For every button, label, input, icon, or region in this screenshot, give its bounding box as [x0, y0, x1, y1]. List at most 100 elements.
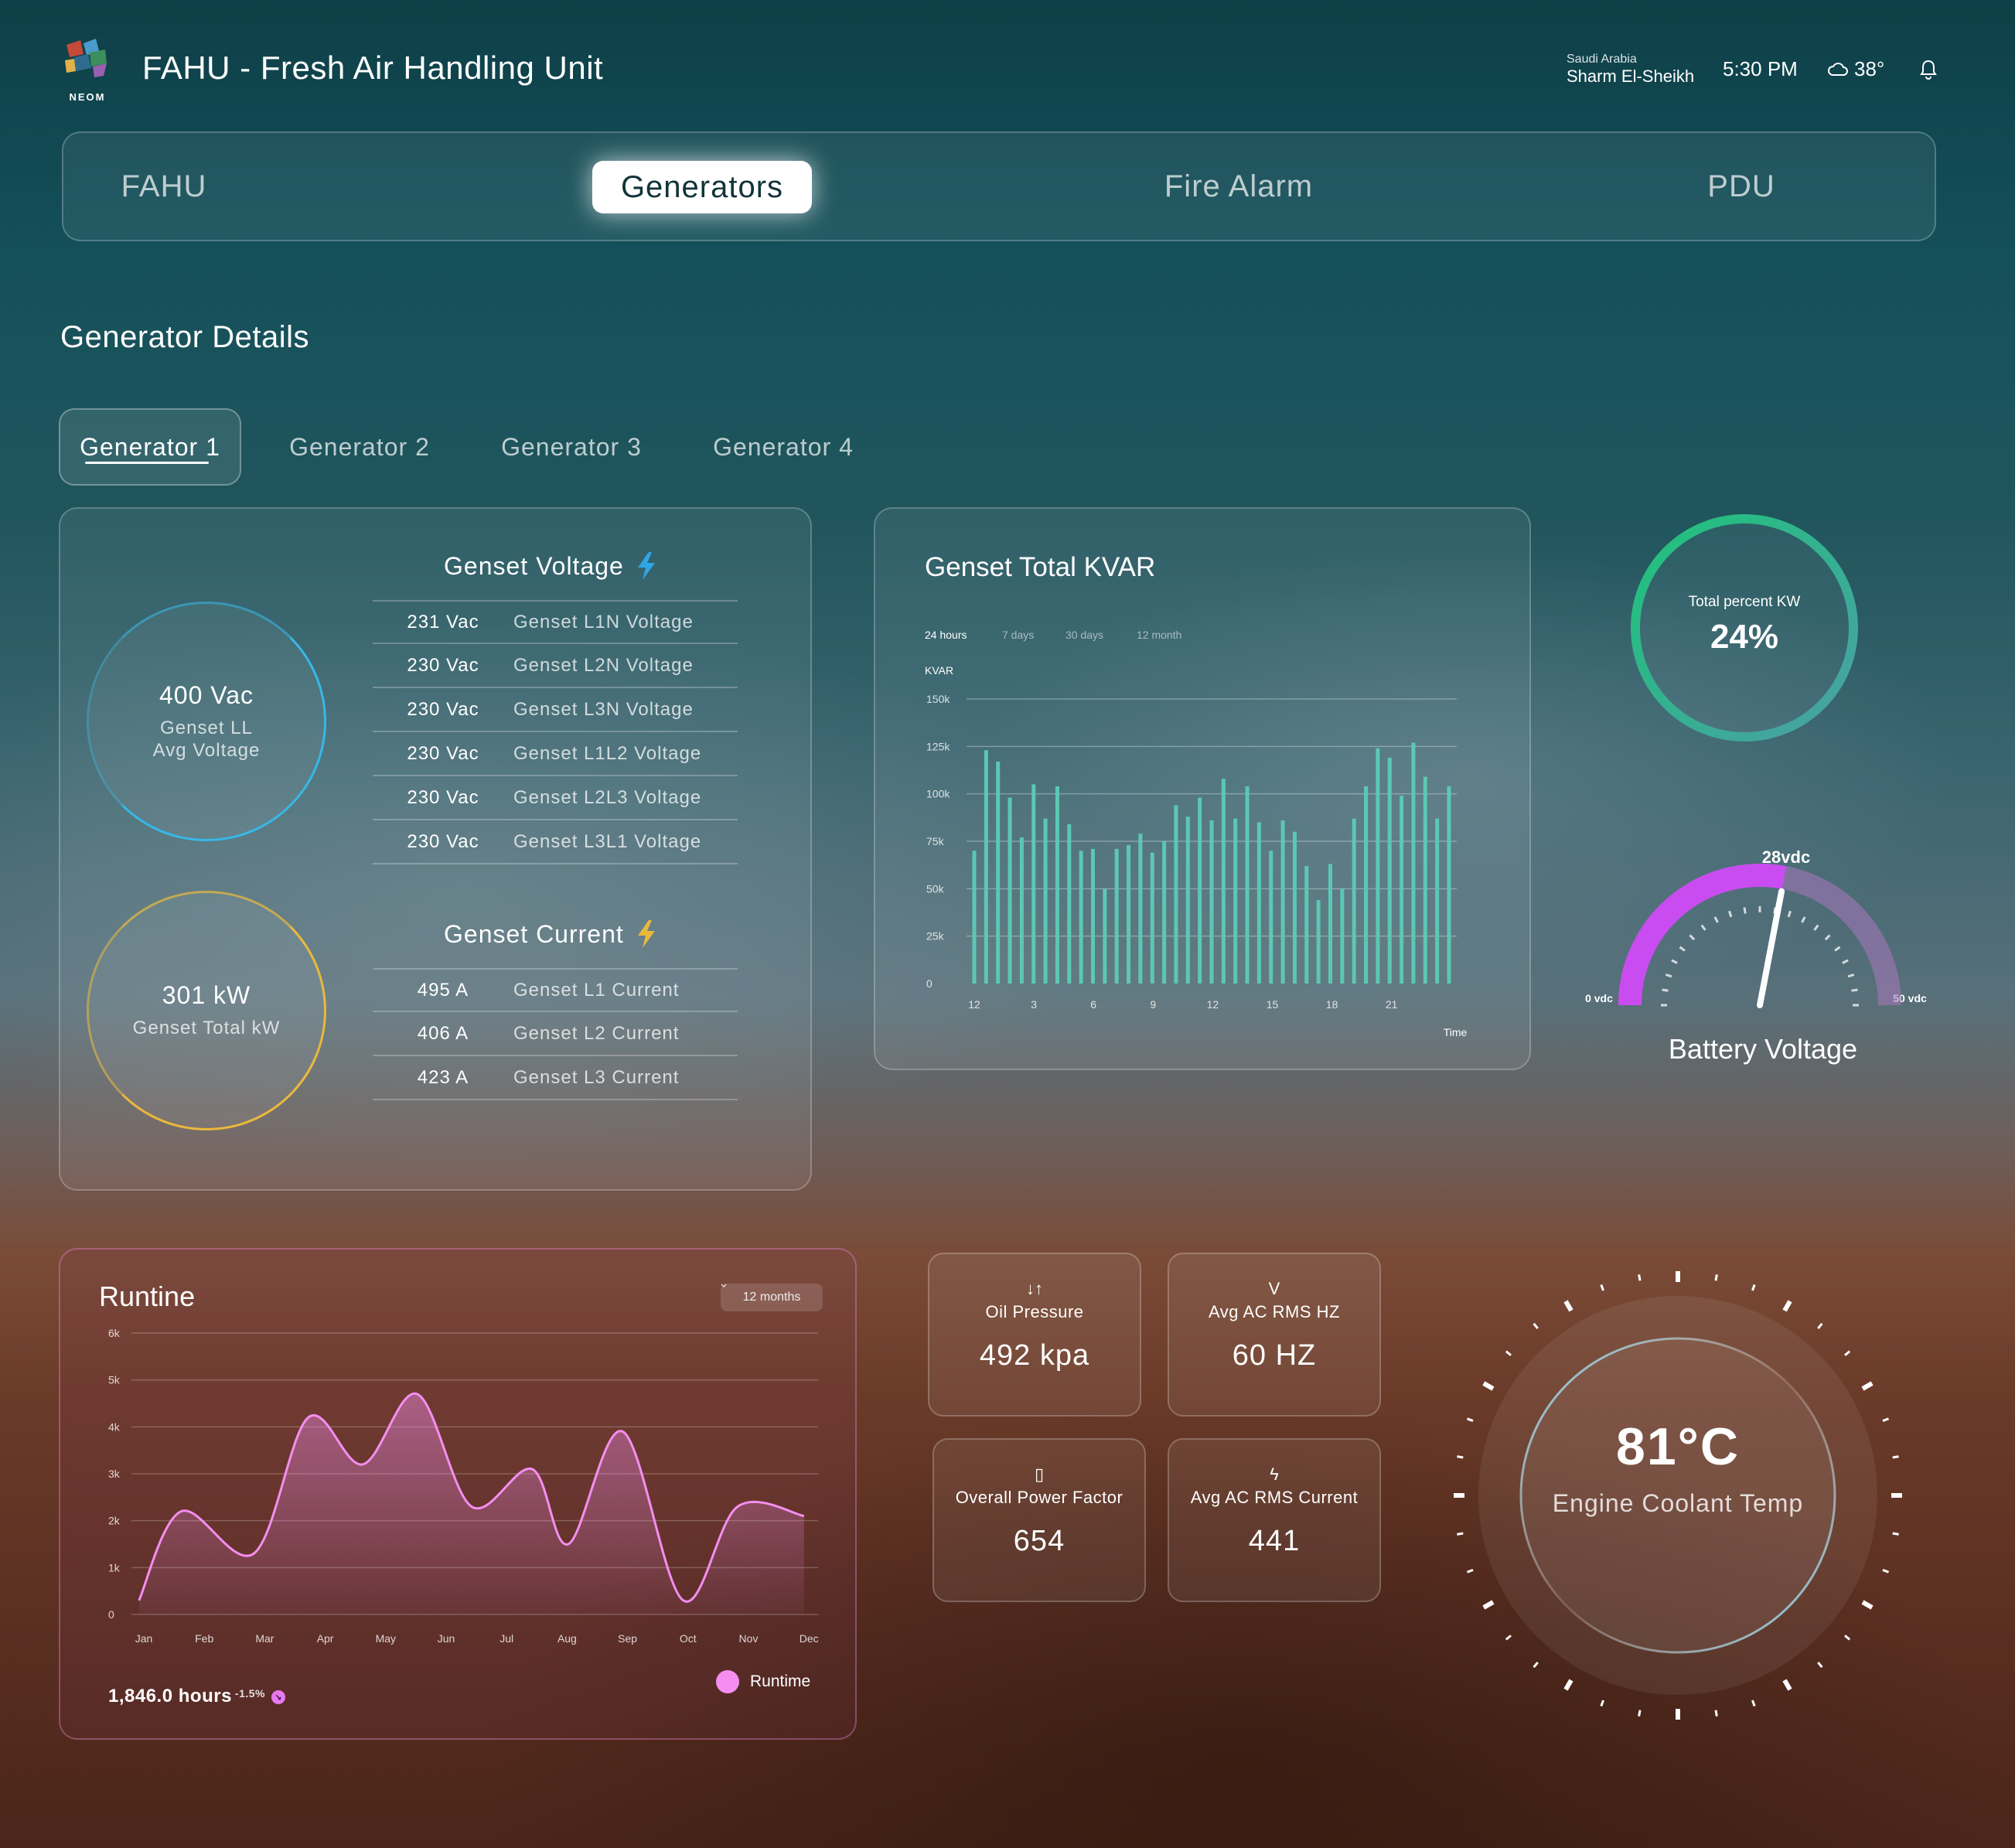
coolant-label: Engine Coolant Temp	[1552, 1489, 1804, 1517]
kvar-bar	[1138, 834, 1143, 984]
kvar-card: Genset Total KVAR 24 hours 7 days 30 day…	[874, 507, 1531, 1070]
battery-icon: ▯	[1034, 1464, 1045, 1484]
coolant-tick	[1457, 1455, 1464, 1459]
range-7-days[interactable]: 7 days	[1002, 629, 1034, 641]
battery-tick	[1787, 910, 1792, 918]
current-row: 495 A Genset L1 Current	[373, 968, 738, 1012]
tab-generator-3[interactable]: Generator 3	[490, 408, 653, 486]
coolant-tick	[1892, 1532, 1899, 1536]
total-percent-gauge: Total percent KW 24%	[1631, 514, 1858, 742]
battery-tick	[1847, 973, 1855, 978]
battery-value-label: 28vdc	[1762, 847, 1810, 867]
kvar-bar	[1008, 797, 1012, 984]
battery-tick	[1842, 959, 1849, 964]
kvar-bar	[1411, 742, 1416, 984]
tab-generator-1[interactable]: Generator 1	[59, 408, 241, 486]
coolant-tick	[1751, 1700, 1756, 1707]
neom-logo: NEOM	[65, 39, 107, 103]
y-tick-label: 100k	[926, 788, 950, 800]
runtime-legend: Runtime	[716, 1670, 810, 1693]
y-tick-label: 1k	[108, 1561, 121, 1574]
total-kw-value: 301 kW	[162, 981, 251, 1010]
voltage-row: 230 Vac Genset L3L1 Voltage	[373, 820, 738, 864]
y-tick-label: 75k	[926, 835, 945, 847]
trend-down-icon: ↘	[271, 1690, 285, 1704]
kvar-bar	[1055, 786, 1059, 984]
battery-tick	[1801, 916, 1806, 923]
battery-min-label: 0 vdc	[1585, 992, 1613, 1004]
battery-tick	[1743, 907, 1747, 914]
kvar-bar	[996, 761, 1001, 984]
metric-label: Oil Pressure	[985, 1302, 1084, 1321]
coolant-tick	[1563, 1679, 1573, 1691]
coolant-tick	[1817, 1662, 1823, 1669]
x-tick-label: 18	[1326, 998, 1338, 1011]
app-title: FAHU - Fresh Air Handling Unit	[142, 49, 604, 86]
range-12-month[interactable]: 12 month	[1137, 629, 1181, 641]
y-tick-label: 25k	[926, 930, 945, 943]
metric-value: 441	[1248, 1525, 1301, 1557]
x-axis-title: Time	[1444, 1026, 1468, 1038]
lightning-yellow-icon	[637, 920, 655, 948]
voltage-current-card: 400 Vac Genset LL Avg Voltage 301 kW Gens…	[59, 507, 812, 1191]
coolant-tick	[1505, 1350, 1512, 1356]
runtime-change: -1.5%	[234, 1687, 265, 1700]
voltage-title-text: Genset Voltage	[444, 551, 624, 580]
tab-pdu[interactable]: PDU	[1687, 133, 1795, 240]
kvar-bar	[1043, 818, 1048, 984]
tab-generator-2[interactable]: Generator 2	[278, 408, 441, 486]
coolant-value: 81°C	[1616, 1417, 1740, 1476]
avg-voltage-ring: 400 Vac Genset LL Avg Voltage	[87, 602, 326, 841]
y-tick-label: 3k	[108, 1468, 121, 1480]
y-axis-title: KVAR	[925, 664, 953, 677]
kvar-bar	[1387, 758, 1392, 984]
kvar-bar	[1091, 848, 1095, 984]
x-tick-label: 3	[1031, 998, 1037, 1011]
x-tick-label: Dec	[800, 1632, 819, 1645]
coolant-tick	[1466, 1417, 1474, 1422]
metric-tile: ▯ Overall Power Factor 654	[932, 1438, 1146, 1602]
coolant-tick	[1600, 1284, 1604, 1291]
x-tick-label: 9	[1150, 998, 1156, 1011]
range-24-hours[interactable]: 24 hours	[925, 629, 967, 641]
current-row: 406 A Genset L2 Current	[373, 1012, 738, 1056]
x-tick-label: 15	[1267, 998, 1279, 1011]
y-tick-label: 125k	[926, 740, 950, 752]
coolant-tick	[1533, 1322, 1539, 1329]
coolant-tick	[1638, 1274, 1642, 1281]
bell-icon[interactable]	[1916, 57, 1941, 82]
kvar-bar	[984, 750, 988, 984]
kvar-bar	[1447, 786, 1451, 984]
metric-value: 60 HZ	[1232, 1339, 1317, 1372]
tab-generator-4[interactable]: Generator 4	[702, 408, 864, 486]
metric-tile: ↓↑ Oil Pressure 492 kpa	[928, 1253, 1141, 1417]
tab-fahu[interactable]: FAHU	[94, 133, 234, 240]
range-30-days[interactable]: 30 days	[1065, 629, 1103, 641]
kvar-bar	[1150, 852, 1154, 984]
y-tick-label: 0	[108, 1608, 114, 1621]
logo-text: NEOM	[70, 91, 106, 103]
battery-tick	[1700, 924, 1706, 931]
battery-tick	[1728, 910, 1733, 918]
metric-label: Avg AC RMS Current	[1190, 1488, 1359, 1507]
kvar-bar	[1435, 818, 1440, 984]
location: Saudi Arabia Sharm El-Sheikh	[1567, 53, 1694, 87]
x-tick-label: Jun	[438, 1632, 455, 1645]
coolant-tick	[1533, 1662, 1539, 1669]
total-kw-label: Genset Total kW	[132, 1018, 281, 1039]
kvar-bar	[1127, 844, 1131, 984]
metric-tile: V Avg AC RMS HZ 60 HZ	[1168, 1253, 1381, 1417]
avg-voltage-label-2: Avg Voltage	[152, 739, 261, 761]
kvar-bar	[1019, 837, 1024, 984]
battery-tick	[1824, 934, 1831, 941]
coolant-tick	[1844, 1350, 1851, 1356]
percent-label: Total percent KW	[1689, 594, 1801, 610]
runtime-chart: 0 1k 2k 3k 4k 5k 6k Jan Feb Mar Apr May Jun Jul Aug Sep…	[108, 1327, 819, 1645]
legend-label: Runtime	[750, 1672, 811, 1690]
tab-fire-alarm[interactable]: Fire Alarm	[1138, 133, 1339, 240]
kvar-bar	[1256, 822, 1261, 984]
x-tick-label: 21	[1386, 998, 1398, 1011]
x-tick-label: 12	[968, 998, 980, 1011]
tab-generators[interactable]: Generators	[592, 161, 812, 213]
kvar-bar	[1304, 865, 1309, 984]
